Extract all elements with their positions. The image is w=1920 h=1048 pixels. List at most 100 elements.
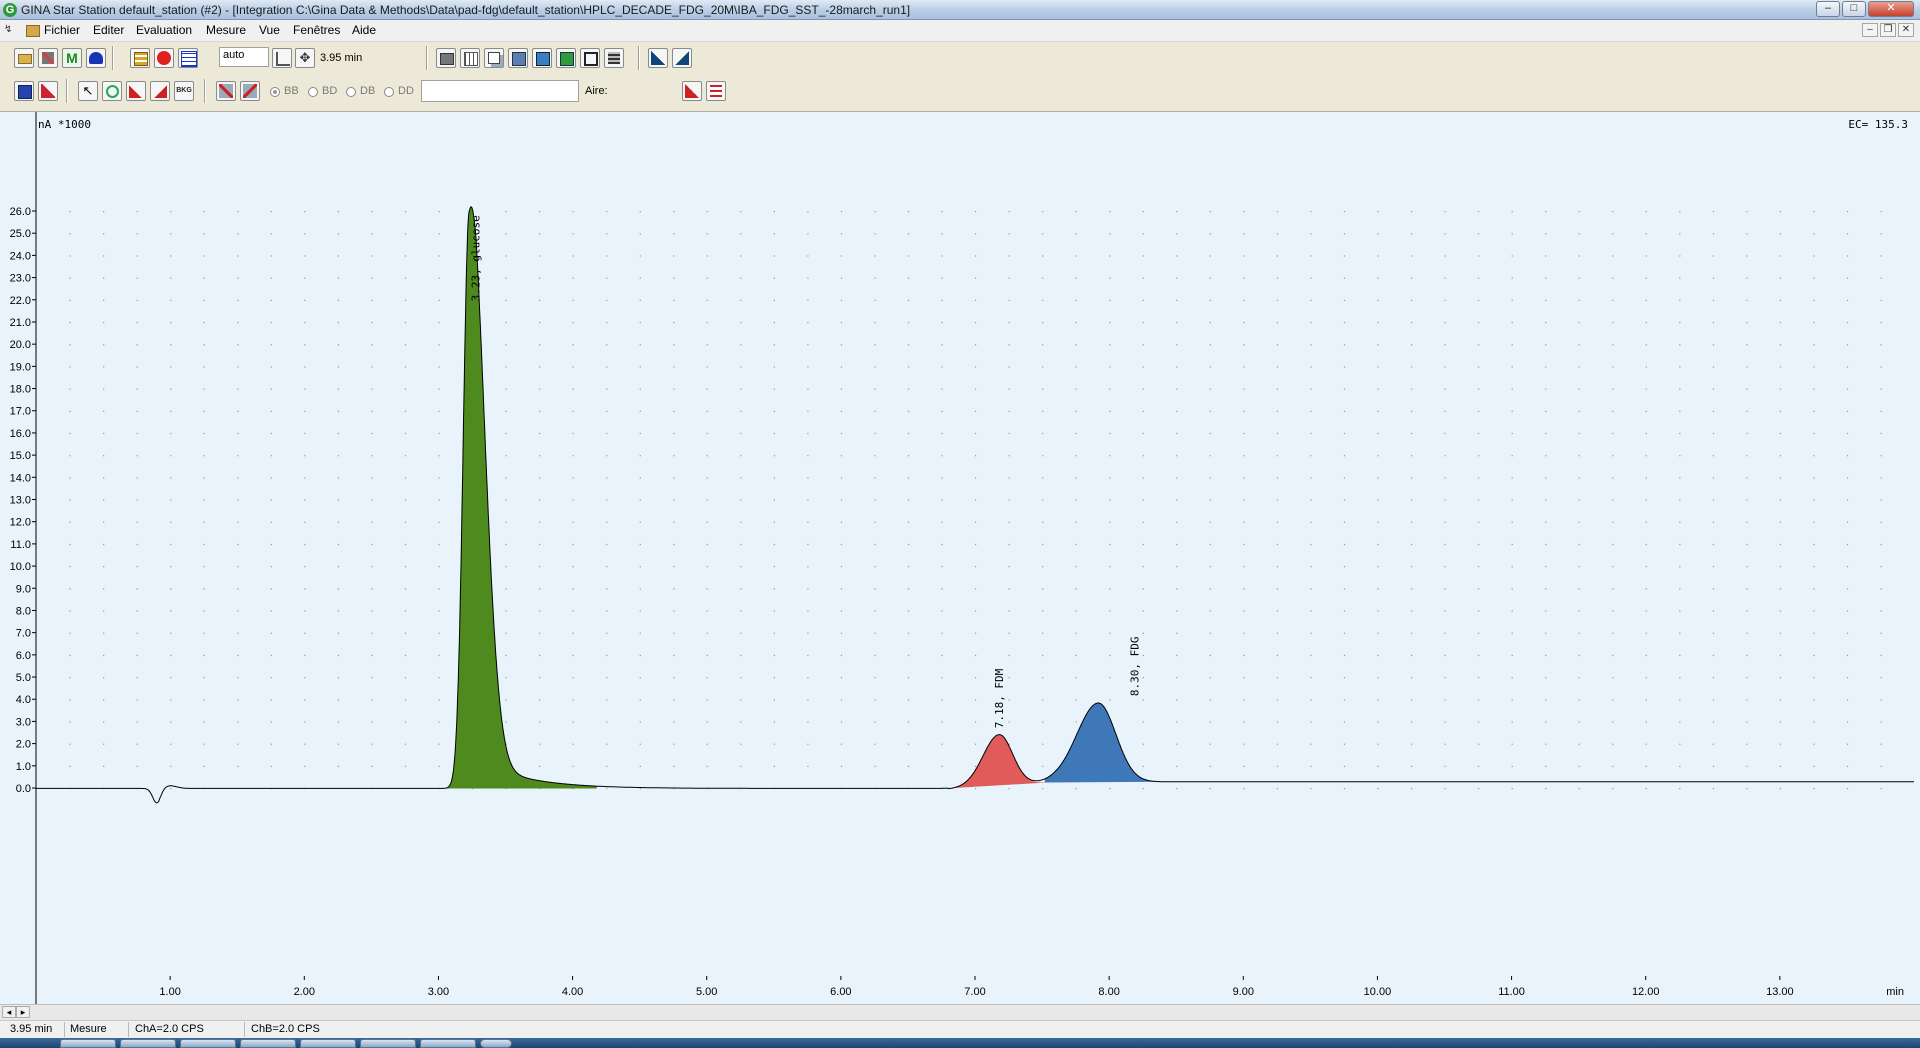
scale-field[interactable]: auto (219, 47, 269, 67)
scroll-left-button[interactable]: ◂ (2, 1006, 16, 1018)
grid-dot (438, 255, 440, 257)
frame-icon[interactable] (580, 48, 600, 68)
radio-db[interactable] (346, 87, 356, 97)
menu-vue[interactable]: Vue (259, 23, 280, 37)
grid-dot (1779, 255, 1782, 257)
grid-dot (438, 233, 440, 235)
method-button[interactable]: M (62, 48, 82, 68)
maximize-button[interactable]: □ (1842, 1, 1866, 17)
stop-icon[interactable] (154, 48, 174, 68)
layout-icon[interactable] (532, 48, 552, 68)
grid-dot (1779, 632, 1782, 634)
grid-dot (1880, 654, 1882, 657)
grid-dot (1612, 410, 1614, 412)
grid-dot (1008, 788, 1010, 790)
grid-dot (1545, 233, 1547, 235)
taskbar-button[interactable] (300, 1039, 356, 1048)
grid-dot (170, 566, 172, 568)
mdi-child-icon[interactable]: ↯ (4, 24, 16, 36)
pointer-icon[interactable]: ↖ (78, 81, 98, 101)
taskbar-button[interactable] (360, 1039, 416, 1048)
taskbar-button[interactable] (120, 1039, 176, 1048)
grid-dot (237, 477, 239, 479)
grid-dot (1276, 566, 1279, 568)
taskbar-button[interactable] (420, 1039, 476, 1048)
chromatogram-plot[interactable]: 0.0 1.0 2.0 3.0 4.0 5.0 6.0 7.0 8.0 9.0 10.0 11.0 12… (0, 112, 1920, 1004)
grid-dot (1008, 233, 1010, 235)
grid-dot (337, 566, 340, 568)
print-icon[interactable] (436, 48, 456, 68)
peak-overlay-icon[interactable] (682, 81, 702, 101)
grid-dot (1377, 410, 1379, 412)
autoscale-icon[interactable] (272, 48, 292, 68)
grid-dot (270, 410, 272, 412)
copy-icon[interactable] (484, 48, 504, 68)
run-icon[interactable] (86, 48, 106, 68)
move-icon[interactable]: ✥ (295, 48, 315, 68)
sequence-icon[interactable] (130, 48, 150, 68)
horizontal-scrollbar[interactable]: ◂ ▸ (0, 1004, 1920, 1020)
delete-all-peaks-icon[interactable] (240, 81, 260, 101)
grid-dot (1444, 721, 1446, 723)
add-peak-icon[interactable] (648, 48, 668, 68)
grid-dot (1679, 743, 1681, 745)
toolbar-separator (66, 79, 68, 103)
minimize-button[interactable]: – (1816, 1, 1840, 17)
grid-dot (1410, 211, 1413, 213)
menu-mesure[interactable]: Mesure (206, 23, 246, 37)
close-button[interactable]: ✕ (1868, 1, 1914, 17)
grid-dot (1109, 632, 1111, 634)
menu-evaluation[interactable]: Evaluation (136, 23, 192, 37)
grid-dot (1813, 432, 1815, 435)
taskbar-button[interactable] (60, 1039, 116, 1048)
grid-dot (170, 366, 172, 368)
background-button[interactable]: BKG (174, 81, 194, 101)
mdi-restore-button[interactable]: ❐ (1880, 23, 1896, 37)
scroll-right-button[interactable]: ▸ (16, 1006, 30, 1018)
grid-dot (203, 233, 205, 235)
menu-fenetres[interactable]: Fenêtres (293, 23, 340, 37)
split-peak-icon[interactable] (150, 81, 170, 101)
peak-name-input[interactable] (421, 80, 579, 102)
radio-bd[interactable] (308, 87, 318, 97)
grid-dot (606, 277, 608, 279)
grid-dot (840, 233, 843, 235)
radio-dd[interactable] (384, 87, 394, 97)
peak-settings-icon[interactable] (672, 48, 692, 68)
grid-dot (975, 588, 977, 590)
grid-dot (270, 632, 272, 634)
grid-dot (1478, 233, 1480, 235)
taskbar-button[interactable] (480, 1039, 512, 1048)
overlay-icon[interactable] (604, 48, 624, 68)
grid-dot (1578, 255, 1580, 257)
grid-dot (572, 654, 574, 657)
reintegrate-icon[interactable] (38, 81, 58, 101)
zoom-icon[interactable] (102, 81, 122, 101)
grid-dot (1813, 588, 1815, 590)
grid-dot (1176, 477, 1178, 479)
compare-icon[interactable] (706, 81, 726, 101)
taskbar-button[interactable] (180, 1039, 236, 1048)
mdi-close-button[interactable]: ✕ (1898, 23, 1914, 37)
grid-dot (1645, 211, 1647, 213)
grid-dot (1142, 366, 1144, 368)
radio-bb[interactable] (270, 87, 280, 97)
excel-icon[interactable] (556, 48, 576, 68)
grid-dot (1276, 788, 1279, 790)
grid-dot (1209, 632, 1211, 634)
taskbar-button[interactable] (240, 1039, 296, 1048)
menu-aide[interactable]: Aide (352, 23, 376, 37)
mdi-minimize-button[interactable]: – (1862, 23, 1878, 37)
save-icon[interactable] (14, 81, 34, 101)
delete-peak-icon[interactable] (216, 81, 236, 101)
export-icon[interactable] (508, 48, 528, 68)
tools-icon[interactable] (38, 48, 58, 68)
table-icon[interactable] (178, 48, 198, 68)
menu-fichier[interactable]: Fichier (44, 23, 80, 37)
open-folder-icon[interactable] (14, 48, 34, 68)
menu-editer[interactable]: Editer (93, 23, 124, 37)
baseline-icon[interactable] (126, 81, 146, 101)
report-table-icon[interactable] (460, 48, 480, 68)
grid-dot (1075, 588, 1077, 590)
y-tick-label: 15.0 (10, 450, 31, 462)
